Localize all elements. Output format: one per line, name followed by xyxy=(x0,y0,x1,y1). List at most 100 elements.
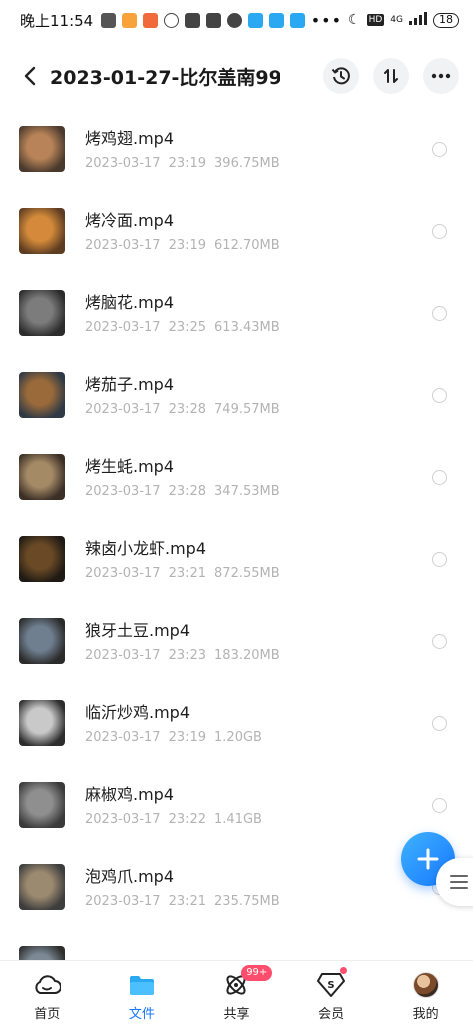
app-notification-icon xyxy=(122,12,138,28)
alarm-icon xyxy=(164,12,180,28)
battery-indicator: 18 xyxy=(433,12,459,28)
file-meta: 2023-03-17 23:22 1.41GB xyxy=(85,812,262,827)
select-radio[interactable] xyxy=(432,798,447,813)
menu-lines-icon xyxy=(450,875,468,889)
video-thumbnail xyxy=(19,618,65,664)
file-info: 麻椒鸡.mp4 2023-03-17 23:22 1.41GB xyxy=(85,784,262,827)
file-info: 烤茄子.mp4 2023-03-17 23:28 749.57MB xyxy=(85,374,280,417)
file-info: 烤脑花.mp4 2023-03-17 23:25 613.43MB xyxy=(85,292,280,335)
file-time: 23:19 xyxy=(168,155,207,171)
file-time: 23:22 xyxy=(168,811,207,827)
file-date: 2023-03-17 xyxy=(85,237,161,253)
video-thumbnail xyxy=(19,782,65,828)
file-meta: 2023-03-17 23:23 183.20MB xyxy=(85,648,280,663)
file-time: 23:23 xyxy=(168,647,207,663)
file-time: 23:21 xyxy=(168,565,207,581)
chat-notification-icon xyxy=(101,12,117,28)
file-date: 2023-03-17 xyxy=(85,155,161,171)
chevron-left-icon xyxy=(24,66,36,86)
file-info: 烤冷面.mp4 2023-03-17 23:19 612.70MB xyxy=(85,210,280,253)
file-name: 烤鸡翅.mp4 xyxy=(85,128,175,148)
video-thumbnail xyxy=(19,536,65,582)
nav-profile[interactable]: 我的 xyxy=(378,961,473,1024)
app-notification-icon xyxy=(206,12,222,28)
file-meta: 2023-03-17 23:28 749.57MB xyxy=(85,402,280,417)
file-date: 2023-03-17 xyxy=(85,811,161,827)
nav-vip[interactable]: S 会员 xyxy=(284,961,379,1024)
file-size: 749.57MB xyxy=(214,401,280,417)
file-date: 2023-03-17 xyxy=(85,565,161,581)
file-time: 23:21 xyxy=(168,893,207,909)
video-thumbnail xyxy=(19,208,65,254)
history-button[interactable] xyxy=(323,58,359,94)
bottom-navigation: 首页 文件 共享 99+ S 会员 我的 xyxy=(0,960,473,1024)
file-info: 烤生蚝.mp4 2023-03-17 23:28 347.53MB xyxy=(85,456,280,499)
file-name: 烤冷面.mp4 xyxy=(85,210,175,230)
file-time: 23:28 xyxy=(168,483,207,499)
file-size: 396.75MB xyxy=(214,155,280,171)
select-radio[interactable] xyxy=(432,634,447,649)
page-title: 2023-01-27-比尔盖南99... xyxy=(50,66,280,89)
file-row[interactable]: 烤茄子.mp4 2023-03-17 23:28 749.57MB xyxy=(0,354,473,436)
file-info: 泡鸡爪.mp4 2023-03-17 23:21 235.75MB xyxy=(85,866,280,909)
more-notifications-icon: ••• xyxy=(310,10,343,30)
file-info: 狼牙土豆.mp4 2023-03-17 23:23 183.20MB xyxy=(85,620,280,663)
file-size: 612.70MB xyxy=(214,237,280,253)
vip-notification-dot xyxy=(339,967,347,974)
file-meta: 2023-03-17 23:21 872.55MB xyxy=(85,566,280,581)
cloud-app-icon xyxy=(290,12,306,28)
file-row[interactable]: 辣卤小龙虾.mp4 2023-03-17 23:21 872.55MB xyxy=(0,518,473,600)
nav-vip-label: 会员 xyxy=(318,1007,345,1022)
file-time: 23:28 xyxy=(168,401,207,417)
cloud-home-icon xyxy=(33,971,62,999)
status-bar: 晚上11:54 ••• ☾ HD 4G 18 xyxy=(0,0,473,40)
video-thumbnail xyxy=(19,864,65,910)
share-badge: 99+ xyxy=(241,965,273,981)
file-meta: 2023-03-17 23:19 612.70MB xyxy=(85,238,280,253)
select-radio[interactable] xyxy=(432,224,447,239)
file-name: 辣卤小龙虾.mp4 xyxy=(85,538,207,558)
plus-icon xyxy=(417,848,439,870)
folder-icon xyxy=(128,971,156,999)
file-row[interactable]: 砂锅米线.mp4 xyxy=(0,928,473,960)
file-row[interactable]: 烤脑花.mp4 2023-03-17 23:25 613.43MB xyxy=(0,272,473,354)
nav-files-label: 文件 xyxy=(128,1007,155,1022)
video-thumbnail xyxy=(19,372,65,418)
file-row[interactable]: 狼牙土豆.mp4 2023-03-17 23:23 183.20MB xyxy=(0,600,473,682)
sort-button[interactable] xyxy=(373,58,409,94)
back-button[interactable] xyxy=(14,56,46,96)
select-radio[interactable] xyxy=(432,552,447,567)
video-thumbnail xyxy=(19,454,65,500)
select-radio[interactable] xyxy=(432,388,447,403)
file-info: 临沂炒鸡.mp4 2023-03-17 23:19 1.20GB xyxy=(85,702,262,745)
select-radio[interactable] xyxy=(432,716,447,731)
video-thumbnail xyxy=(19,700,65,746)
file-row[interactable]: 麻椒鸡.mp4 2023-03-17 23:22 1.41GB xyxy=(0,764,473,846)
file-date: 2023-03-17 xyxy=(85,401,161,417)
video-thumbnail xyxy=(19,126,65,172)
file-size: 183.20MB xyxy=(214,647,280,663)
nav-share[interactable]: 共享 99+ xyxy=(189,961,284,1024)
file-time: 23:19 xyxy=(168,729,207,745)
file-name: 烤生蚝.mp4 xyxy=(85,456,175,476)
select-radio[interactable] xyxy=(432,142,447,157)
nav-files[interactable]: 文件 xyxy=(95,961,190,1024)
app-notification-icon xyxy=(185,12,201,28)
nav-home[interactable]: 首页 xyxy=(0,961,95,1024)
file-row[interactable]: 烤冷面.mp4 2023-03-17 23:19 612.70MB xyxy=(0,190,473,272)
file-list: 烤鸡翅.mp4 2023-03-17 23:19 396.75MB 烤冷面.mp4 202… xyxy=(0,108,473,960)
more-options-button[interactable] xyxy=(423,58,459,94)
file-date: 2023-03-17 xyxy=(85,319,161,335)
nav-share-label: 共享 xyxy=(223,1007,250,1022)
file-row[interactable]: 临沂炒鸡.mp4 2023-03-17 23:19 1.20GB xyxy=(0,682,473,764)
select-radio[interactable] xyxy=(432,306,447,321)
file-size: 613.43MB xyxy=(214,319,280,335)
cloud-app-icon xyxy=(269,12,285,28)
file-date: 2023-03-17 xyxy=(85,893,161,909)
file-row[interactable]: 烤鸡翅.mp4 2023-03-17 23:19 396.75MB xyxy=(0,108,473,190)
vip-diamond-icon: S xyxy=(317,971,346,999)
file-size: 1.41GB xyxy=(214,811,262,827)
file-row[interactable]: 烤生蚝.mp4 2023-03-17 23:28 347.53MB xyxy=(0,436,473,518)
select-radio[interactable] xyxy=(432,470,447,485)
nav-home-label: 首页 xyxy=(34,1007,61,1022)
